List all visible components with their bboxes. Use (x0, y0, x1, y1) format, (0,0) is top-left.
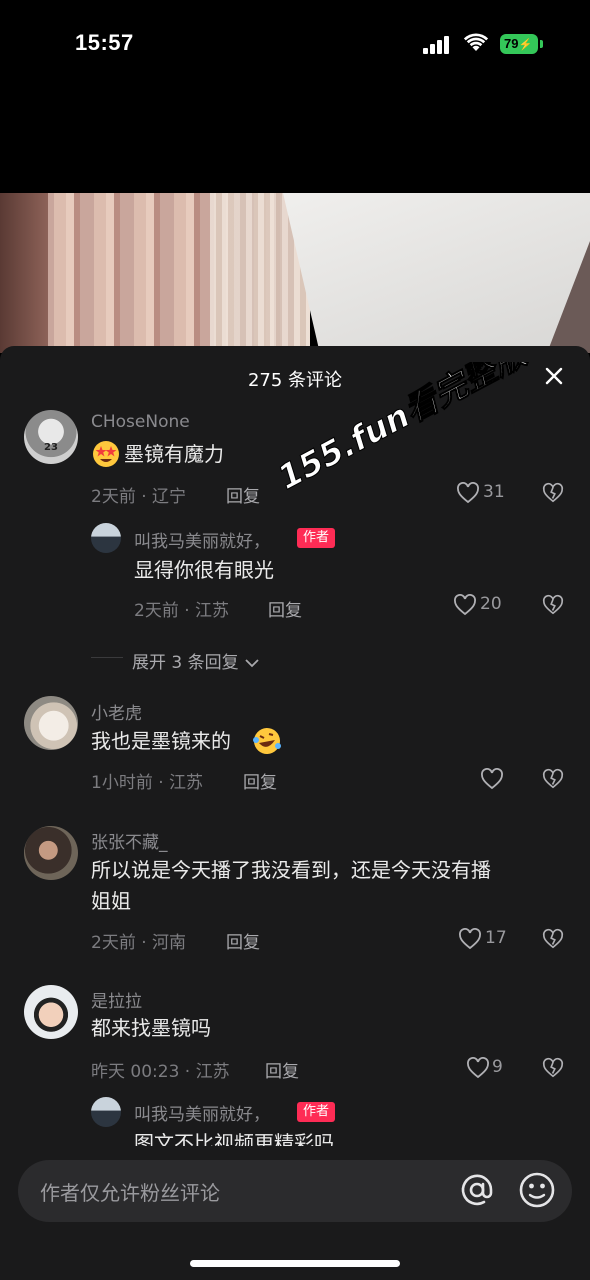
comment-text: 都来找墨镜吗 (91, 1016, 211, 1040)
avatar[interactable]: 23 (24, 410, 78, 464)
author-badge: 作者 (297, 1102, 336, 1122)
reply-author[interactable]: 叫我马美丽就好， (134, 1100, 270, 1125)
comment-meta: 2天前 · 辽宁 (91, 487, 187, 507)
ceiling-image (283, 193, 590, 353)
reply-button[interactable]: 回复 (226, 482, 260, 507)
reply-text: 显得你很有眼光 (134, 558, 274, 582)
reply-avatar[interactable] (91, 1097, 121, 1127)
comment-author[interactable]: 是拉拉 (91, 987, 142, 1012)
comment-author[interactable]: CHoseNone (91, 412, 190, 432)
chevron-down-icon (245, 659, 259, 668)
star-struck-emoji-icon (93, 441, 119, 467)
comment-text: 墨镜有魔力 (124, 442, 224, 466)
broken-heart-icon[interactable] (542, 928, 564, 950)
at-mention-icon[interactable] (459, 1172, 495, 1208)
expand-replies-label: 展开 3 条回复 (132, 653, 239, 673)
comment-text-line-2: 姐姐 (91, 889, 131, 913)
like-count: 9 (492, 1057, 503, 1077)
battery-level: 79 (504, 36, 519, 51)
expand-divider (91, 657, 123, 658)
reply-button[interactable]: 回复 (226, 928, 260, 953)
jersey-image: 23 (44, 442, 58, 453)
like-count: 17 (485, 928, 507, 948)
reply-text: 图文不比视频更精彩吗 (134, 1131, 334, 1146)
comment-meta: 1小时前 · 江苏 (91, 773, 204, 793)
comment-meta: 2天前 · 河南 (91, 933, 187, 953)
cellular-signal-icon (423, 36, 449, 54)
heart-icon[interactable] (480, 768, 504, 790)
watermark-text: 155.fun看完整版 (278, 362, 538, 497)
home-indicator[interactable] (190, 1260, 400, 1267)
rolling-laugh-emoji-icon (253, 728, 281, 754)
watermark-overlay: 155.fun看完整版 (278, 362, 538, 498)
avatar[interactable] (24, 826, 78, 880)
broken-heart-icon[interactable] (542, 768, 564, 790)
status-time: 15:57 (75, 30, 134, 55)
comment-author[interactable]: 张张不藏_ (91, 828, 168, 853)
comment-text: 我也是墨镜来的 (91, 729, 231, 753)
heart-icon[interactable] (453, 594, 477, 616)
battery-indicator: 79⚡ (500, 34, 538, 54)
reply-author[interactable]: 叫我马美丽就好， (134, 527, 270, 552)
reply-avatar[interactable] (91, 523, 121, 553)
comment-meta: 昨天 00:23 · 江苏 (91, 1062, 230, 1082)
heart-icon[interactable] (466, 1057, 490, 1079)
reply-meta: 2天前 · 江苏 (134, 601, 230, 621)
door-frame-image (0, 193, 48, 353)
avatar[interactable] (24, 696, 78, 750)
video-preview[interactable] (0, 193, 590, 353)
emoji-icon[interactable] (518, 1171, 556, 1209)
reply-button[interactable]: 回复 (268, 596, 302, 621)
comment-text-line-1: 所以说是今天播了我没看到，还是今天没有播 (91, 858, 491, 882)
heart-icon[interactable] (458, 928, 482, 950)
author-badge: 作者 (297, 528, 336, 548)
broken-heart-icon[interactable] (542, 594, 564, 616)
comment-input-placeholder[interactable]: 作者仅允许粉丝评论 (40, 1177, 220, 1206)
comment-author[interactable]: 小老虎 (91, 699, 142, 724)
battery-tip (540, 40, 543, 48)
reply-button[interactable]: 回复 (243, 768, 277, 793)
like-count: 20 (480, 594, 502, 614)
wifi-icon (463, 33, 489, 51)
avatar[interactable] (24, 985, 78, 1039)
reply-button[interactable]: 回复 (265, 1057, 299, 1082)
status-bar: 15:57 79⚡ (0, 0, 590, 88)
broken-heart-icon[interactable] (542, 1057, 564, 1079)
expand-replies-button[interactable]: 展开 3 条回复 (132, 648, 260, 673)
